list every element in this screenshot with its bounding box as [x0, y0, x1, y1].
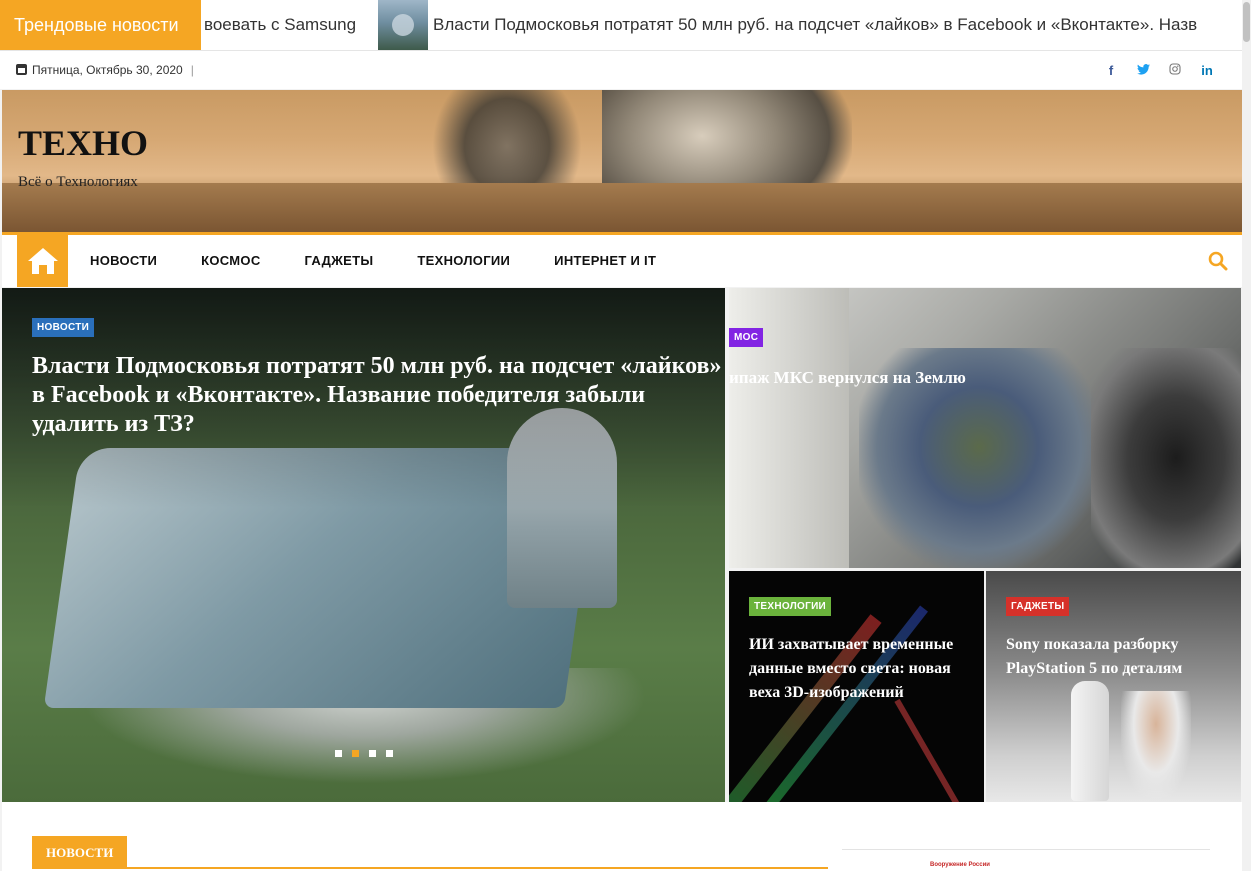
- date-separator: |: [190, 63, 194, 77]
- side-image-ray: [894, 698, 970, 802]
- slider-dot[interactable]: [335, 750, 342, 757]
- calendar-icon: [16, 64, 27, 75]
- linkedin-icon[interactable]: in: [1201, 63, 1213, 78]
- scrollbar[interactable]: [1242, 0, 1251, 871]
- trending-ticker: Трендовые новости воевать с Samsung Влас…: [0, 0, 1251, 51]
- social-links: f in: [1105, 51, 1213, 89]
- nav-item-space[interactable]: КОСМОС: [179, 235, 282, 287]
- nav-item-gadgets[interactable]: ГАДЖЕТЫ: [283, 235, 396, 287]
- slider-dots: [335, 750, 393, 757]
- category-badge-space[interactable]: МОС: [729, 328, 764, 347]
- section-header: НОВОСТИ: [32, 836, 828, 869]
- sidebar-widget-label: Вооружение России: [930, 862, 990, 868]
- ticker-thumbnail[interactable]: [378, 0, 428, 50]
- category-badge-technologies[interactable]: ТЕХНОЛОГИИ: [749, 597, 832, 616]
- date-text: Пятница, Октябрь 30, 2020: [32, 63, 183, 77]
- side-post-title[interactable]: Sony показала разборку PlayStation 5 по …: [1006, 633, 1231, 681]
- search-icon[interactable]: [1208, 251, 1228, 271]
- side-post-title[interactable]: ИИ захватывает временные данные вместо с…: [749, 633, 974, 705]
- scrollbar-thumb[interactable]: [1243, 2, 1250, 42]
- instagram-icon[interactable]: [1169, 62, 1181, 78]
- slider-dot-active[interactable]: [352, 750, 359, 757]
- side-image-console: [1071, 681, 1109, 801]
- featured-title[interactable]: Власти Подмосковья потратят 50 млн руб. …: [32, 352, 722, 439]
- ticker-link-podmoskovye[interactable]: Власти Подмосковья потратят 50 млн руб. …: [433, 0, 1197, 50]
- top-bar: Пятница, Октябрь 30, 2020 | f in: [0, 51, 1251, 89]
- sidebar-widget[interactable]: Вооружение России: [842, 849, 1210, 871]
- header-banner: ТЕХНО Всё о Технологиях: [2, 90, 1242, 233]
- nav-item-technologies[interactable]: ТЕХНОЛОГИИ: [395, 235, 532, 287]
- ticker-track: воевать с Samsung Власти Подмосковья пот…: [201, 0, 1251, 50]
- nav-item-news[interactable]: НОВОСТИ: [68, 235, 179, 287]
- side-post-title[interactable]: ипаж МКС вернулся на Землю: [729, 367, 966, 389]
- side-post-gadgets[interactable]: ГАДЖЕТЫ Sony показала разборку PlayStati…: [986, 571, 1241, 802]
- site-description: Всё о Технологиях: [18, 174, 138, 190]
- nav-menu: НОВОСТИ КОСМОС ГАДЖЕТЫ ТЕХНОЛОГИИ ИНТЕРН…: [68, 235, 678, 287]
- slider-dot[interactable]: [386, 750, 393, 757]
- category-badge-gadgets[interactable]: ГАДЖЕТЫ: [1006, 597, 1070, 616]
- twitter-icon[interactable]: [1137, 63, 1150, 78]
- ticker-link-samsung[interactable]: воевать с Samsung: [204, 0, 356, 50]
- home-icon: [27, 248, 58, 274]
- section-title[interactable]: НОВОСТИ: [32, 836, 128, 869]
- site-title[interactable]: ТЕХНО: [18, 122, 148, 164]
- main-nav: НОВОСТИ КОСМОС ГАДЖЕТЫ ТЕХНОЛОГИИ ИНТЕРН…: [2, 232, 1242, 287]
- side-image-presenter: [1121, 691, 1191, 801]
- content-section: НОВОСТИ Вооружение России: [2, 802, 1242, 871]
- side-image-camera: [1091, 348, 1241, 568]
- nav-item-internet-it[interactable]: ИНТЕРНЕТ И IT: [532, 235, 678, 287]
- slider-dot[interactable]: [369, 750, 376, 757]
- side-post-technologies[interactable]: ТЕХНОЛОГИИ ИИ захватывает временные данн…: [729, 571, 984, 802]
- facebook-icon[interactable]: f: [1105, 63, 1117, 78]
- ticker-label: Трендовые новости: [0, 0, 201, 50]
- date-display: Пятница, Октябрь 30, 2020 |: [16, 51, 194, 89]
- home-button[interactable]: [17, 235, 68, 287]
- banner-terrain: [2, 183, 1242, 233]
- featured-slide[interactable]: НОВОСТИ Власти Подмосковья потратят 50 м…: [2, 288, 725, 802]
- page: Трендовые новости воевать с Samsung Влас…: [0, 0, 1251, 871]
- category-badge-news[interactable]: НОВОСТИ: [32, 318, 95, 337]
- side-post-space[interactable]: МОС ипаж МКС вернулся на Землю: [729, 288, 1241, 568]
